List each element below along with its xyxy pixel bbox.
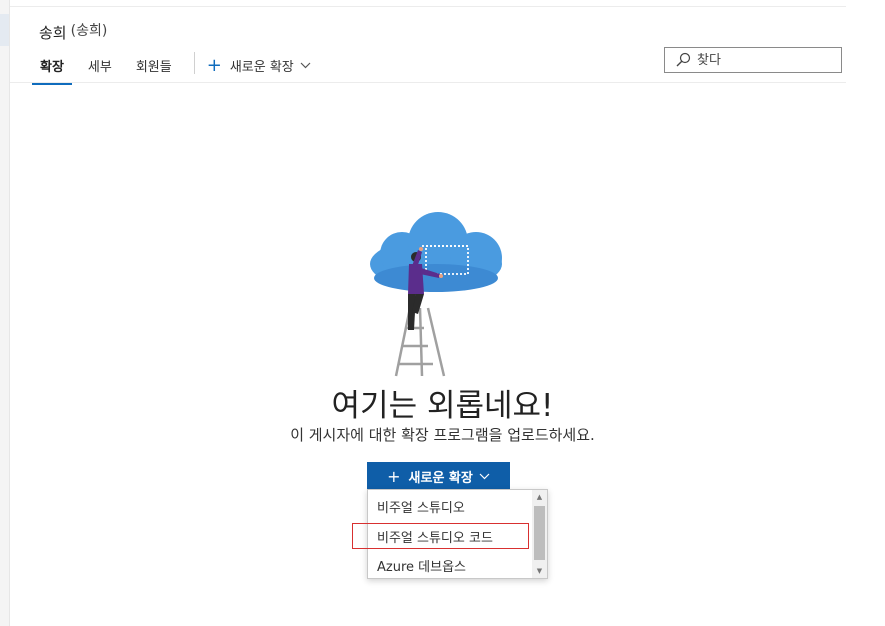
chevron-down-icon [479, 469, 490, 484]
tab-members[interactable]: 회원들 [128, 52, 180, 83]
scroll-down-arrow-icon[interactable]: ▼ [532, 564, 547, 578]
tab-separator [193, 52, 195, 74]
ladder [394, 307, 446, 377]
chevron-down-icon [300, 58, 311, 73]
page-title: 송희 (송희) [39, 22, 107, 43]
empty-state-title: 여기는 외롭네요! [331, 388, 554, 424]
header-divider [10, 82, 846, 83]
scroll-thumb[interactable] [534, 506, 545, 560]
dropdown-item-visual-studio-code[interactable]: 비주얼 스튜디오 코드 [377, 527, 493, 546]
new-extension-menu-label: 새로운 확장 [229, 60, 294, 75]
tab-bar: 확장 세부 회원들 + 새로운 확장 [32, 52, 313, 85]
left-nav-marker [0, 14, 9, 46]
new-extension-menu[interactable]: + 새로운 확장 [205, 52, 313, 79]
new-extension-dropdown: 비주얼 스튜디오 비주얼 스튜디오 코드 Azure 데브옵스 ▲ ▼ [367, 489, 548, 579]
dropdown-item-visual-studio[interactable]: 비주얼 스튜디오 [377, 497, 465, 516]
tab-extensions[interactable]: 확장 [32, 52, 72, 85]
top-divider [10, 6, 846, 7]
plus-icon: + [387, 466, 401, 486]
left-nav-strip [0, 0, 10, 626]
cloud-shape [370, 212, 502, 292]
dropdown-scrollbar[interactable]: ▲ ▼ [532, 490, 547, 578]
tab-details[interactable]: 세부 [80, 52, 120, 83]
scroll-up-arrow-icon[interactable]: ▲ [532, 490, 547, 504]
search-input[interactable] [695, 51, 829, 69]
dropdown-item-azure-devops[interactable]: Azure 데브옵스 [377, 556, 466, 575]
new-extension-button-label: 새로운 확장 [408, 470, 473, 486]
search-icon [676, 52, 691, 67]
person-on-ladder-cloud-illustration [370, 212, 502, 377]
new-extension-button[interactable]: + 새로운 확장 [367, 462, 510, 490]
publisher-name: 송희 [39, 24, 67, 42]
plus-icon: + [206, 55, 222, 76]
empty-state-description: 이 게시자에 대한 확장 프로그램을 업로드하세요. [290, 426, 595, 444]
publisher-id: (송희) [70, 23, 108, 39]
search-box[interactable] [664, 47, 842, 73]
